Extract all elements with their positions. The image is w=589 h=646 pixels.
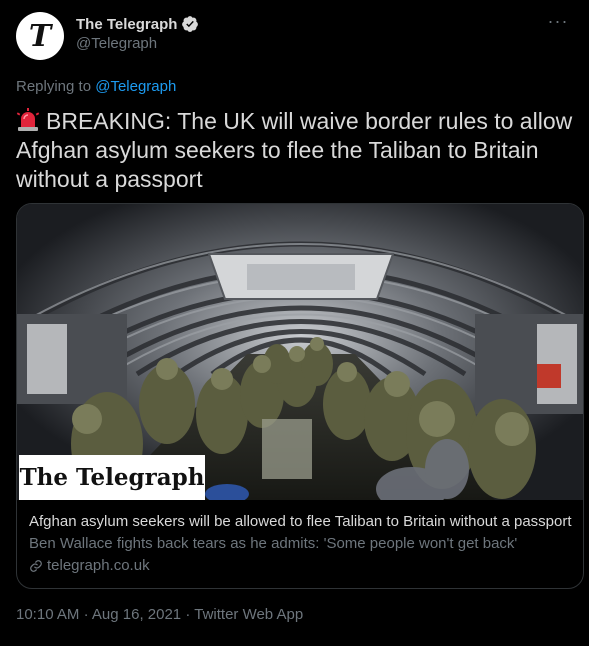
author-names: The Telegraph @Telegraph <box>76 15 199 52</box>
more-options-icon[interactable]: ··· <box>543 12 573 36</box>
tweet-text: BREAKING: The UK will waive border rules… <box>16 107 576 194</box>
display-name-row: The Telegraph <box>76 15 199 33</box>
meta-separator-2: · <box>185 606 191 623</box>
reply-mention-link[interactable]: @Telegraph <box>95 78 176 95</box>
tweet-time: 10:10 AM <box>16 606 80 623</box>
tweet-date: Aug 16, 2021 <box>91 606 182 623</box>
replying-to: Replying to @Telegraph <box>16 78 176 95</box>
verified-badge-icon <box>182 16 199 32</box>
tweet-meta: 10:10 AM · Aug 16, 2021 · Twitter Web Ap… <box>16 606 303 623</box>
telegraph-logo-banner: The Telegraph <box>19 455 205 500</box>
tweet-body: BREAKING: The UK will waive border rules… <box>16 108 573 192</box>
card-domain: telegraph.co.uk <box>47 557 150 574</box>
card-description[interactable]: Ben Wallace fights back tears as he admi… <box>29 534 573 553</box>
meta-separator: · <box>83 606 89 623</box>
card-domain-row[interactable]: telegraph.co.uk <box>29 556 573 575</box>
tweet-header: T The Telegraph @Telegraph ··· <box>16 12 573 62</box>
card-image[interactable]: The Telegraph <box>17 204 583 500</box>
card-body[interactable]: Afghan asylum seekers will be allowed to… <box>17 500 583 575</box>
telegraph-logo-icon: T <box>19 15 61 57</box>
display-name[interactable]: The Telegraph <box>76 16 177 33</box>
image-logo-text: The Telegraph <box>19 464 205 491</box>
link-icon <box>30 559 42 572</box>
link-card[interactable]: The Telegraph Afghan asylum seekers will… <box>16 203 584 589</box>
police-siren-icon <box>16 108 40 131</box>
replying-prefix: Replying to <box>16 78 96 95</box>
card-title[interactable]: Afghan asylum seekers will be allowed to… <box>29 512 573 531</box>
tweet-source-link[interactable]: Twitter Web App <box>194 606 303 623</box>
tweet-time-link[interactable]: 10:10 AM · Aug 16, 2021 <box>16 606 181 623</box>
avatar[interactable]: T <box>16 12 64 60</box>
handle[interactable]: @Telegraph <box>76 35 199 52</box>
